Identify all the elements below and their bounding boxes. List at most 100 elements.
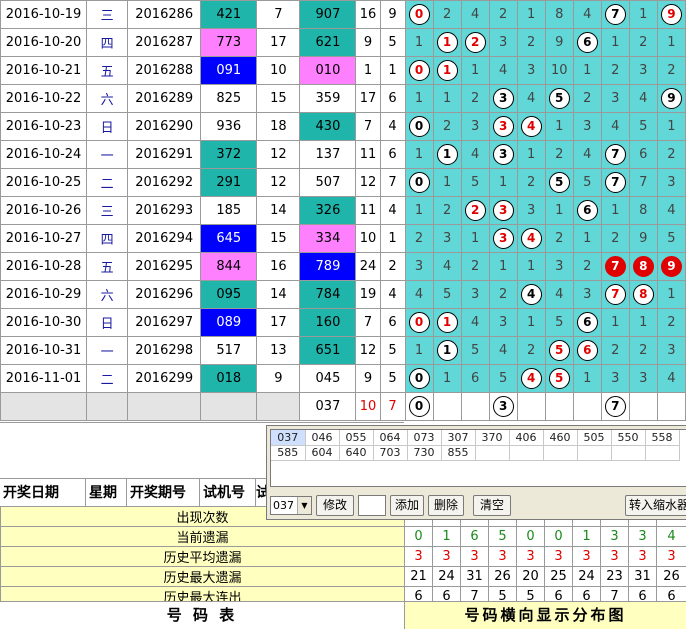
add-button[interactable]: 添加	[390, 495, 424, 516]
number-ball: 1	[436, 340, 458, 361]
draw-span: 7	[379, 168, 406, 197]
number-list-item[interactable]	[611, 445, 646, 461]
table-row: 2016-10-31 一 2016298 517 13 651 12 5 1 1 5 4 2 5 6 2 2 3	[0, 336, 686, 365]
transfer-to-shrinker-button[interactable]: 转入缩水器	[625, 495, 686, 516]
period-number: 2016298	[127, 336, 202, 365]
stat-value: 26	[656, 566, 686, 587]
number-list-item[interactable]: 037	[271, 430, 306, 446]
trial-number: 645	[200, 224, 258, 253]
number-list[interactable]: 037 046 055 064 073 307 370 406 460 505 550 558 585 6…	[270, 429, 686, 487]
stat-value: 3	[628, 526, 657, 547]
number-ball: 7	[604, 144, 626, 165]
distribution-cell: 3	[628, 56, 658, 85]
number-list-item[interactable]	[577, 445, 612, 461]
number-list-item[interactable]: 640	[339, 445, 374, 461]
chevron-down-icon[interactable]: ▼	[297, 497, 311, 514]
stat-label: 当前遗漏	[0, 526, 405, 547]
distribution-cell: 10	[544, 56, 574, 85]
distribution-cell: 1	[516, 308, 546, 337]
draw-date: 2016-10-20	[0, 28, 88, 57]
distribution-cell: 2	[404, 224, 434, 253]
draw-sum: 16	[355, 0, 381, 29]
number-list-item[interactable]	[475, 445, 510, 461]
draw-date: 2016-10-26	[0, 196, 88, 225]
weekday: 六	[86, 84, 129, 113]
distribution-cell: 5	[460, 168, 490, 197]
trial-sum: 14	[256, 196, 301, 225]
modify-button[interactable]: 修改	[316, 495, 354, 516]
number-list-item[interactable]	[543, 445, 578, 461]
number-list-item[interactable]: 604	[305, 445, 340, 461]
stat-value: 25	[544, 566, 573, 587]
trial-number: 773	[200, 28, 258, 57]
number-ball: 6	[576, 32, 598, 53]
trial-sum: 9	[256, 364, 301, 393]
empty-cell	[256, 392, 301, 421]
distribution-cell: 8	[628, 252, 658, 281]
distribution-cell: 8	[544, 0, 574, 29]
distribution-cell: 2	[488, 280, 518, 309]
pending-row: 037 10 7 0 3 7	[0, 392, 686, 421]
distribution-cell: 6	[572, 196, 602, 225]
distribution-cell: 2	[656, 308, 686, 337]
number-list-item[interactable]: 064	[373, 430, 408, 446]
weekday: 一	[86, 140, 129, 169]
distribution-cell: 2	[460, 84, 490, 113]
number-input[interactable]	[358, 495, 386, 516]
number-ball: 6	[576, 200, 598, 221]
draw-number: 326	[299, 196, 357, 225]
trial-sum: 16	[256, 252, 301, 281]
distribution-cell: 1	[488, 168, 518, 197]
distribution-cell: 1	[460, 56, 490, 85]
number-ball: 3	[492, 144, 514, 165]
number-list-item[interactable]: 730	[407, 445, 442, 461]
weekday: 二	[86, 364, 129, 393]
number-list-item[interactable]: 505	[577, 430, 612, 446]
draw-sum: 12	[355, 168, 381, 197]
stat-row: 当前遗漏 0 1 6 5 0 0 1 3 3 4	[0, 526, 686, 547]
number-list-item[interactable]: 585	[271, 445, 306, 461]
draw-sum: 11	[355, 196, 381, 225]
number-ball: 4	[520, 228, 542, 249]
period-number: 2016297	[127, 308, 202, 337]
number-ball: 3	[492, 228, 514, 249]
table-row: 2016-10-25 二 2016292 291 12 507 12 7 0 1 5 1 2 5 5 7 7 3	[0, 168, 686, 197]
number-list-item[interactable]: 055	[339, 430, 374, 446]
number-list-item[interactable]: 550	[611, 430, 646, 446]
pending-distribution-cell: 0	[404, 392, 434, 421]
number-list-item[interactable]: 046	[305, 430, 340, 446]
number-list-item[interactable]	[509, 445, 544, 461]
number-list-item[interactable]: 370	[475, 430, 510, 446]
delete-button[interactable]: 删除	[428, 495, 464, 516]
distribution-cell: 1	[656, 28, 686, 57]
distribution-cell: 6	[628, 140, 658, 169]
pending-draw-number: 037	[299, 392, 357, 421]
number-list-item[interactable]: 855	[441, 445, 476, 461]
draw-date: 2016-10-23	[0, 112, 88, 141]
distribution-cell: 0	[404, 364, 434, 393]
distribution-cell: 5	[544, 308, 574, 337]
header-trial: 试机号	[200, 479, 256, 507]
trial-number: 936	[200, 112, 258, 141]
distribution-cell: 1	[516, 140, 546, 169]
number-select[interactable]: 037 ▼	[270, 496, 312, 515]
number-list-item[interactable]	[645, 445, 680, 461]
distribution-cell: 9	[656, 252, 686, 281]
stat-value: 0	[404, 526, 433, 547]
number-list-item[interactable]: 406	[509, 430, 544, 446]
pending-distribution-cell	[460, 392, 490, 421]
number-ball: 7	[604, 284, 626, 305]
trial-sum: 13	[256, 336, 301, 365]
statistics-table: 出现次数 当前遗漏 0 1 6 5 0 0 1 3 3 4 历史平均遗漏 3 3 3 3 3 3 3 3 3 3 历史最大遗漏…	[0, 506, 686, 607]
number-list-item[interactable]: 460	[543, 430, 578, 446]
number-list-item[interactable]: 307	[441, 430, 476, 446]
number-list-item[interactable]: 073	[407, 430, 442, 446]
distribution-cell: 3	[572, 280, 602, 309]
number-list-item[interactable]: 558	[645, 430, 680, 446]
distribution-cell: 7	[600, 168, 630, 197]
empty-cell	[127, 392, 202, 421]
distribution-cell: 7	[600, 252, 630, 281]
clear-button[interactable]: 清空	[473, 495, 511, 516]
draw-date: 2016-10-24	[0, 140, 88, 169]
number-list-item[interactable]: 703	[373, 445, 408, 461]
